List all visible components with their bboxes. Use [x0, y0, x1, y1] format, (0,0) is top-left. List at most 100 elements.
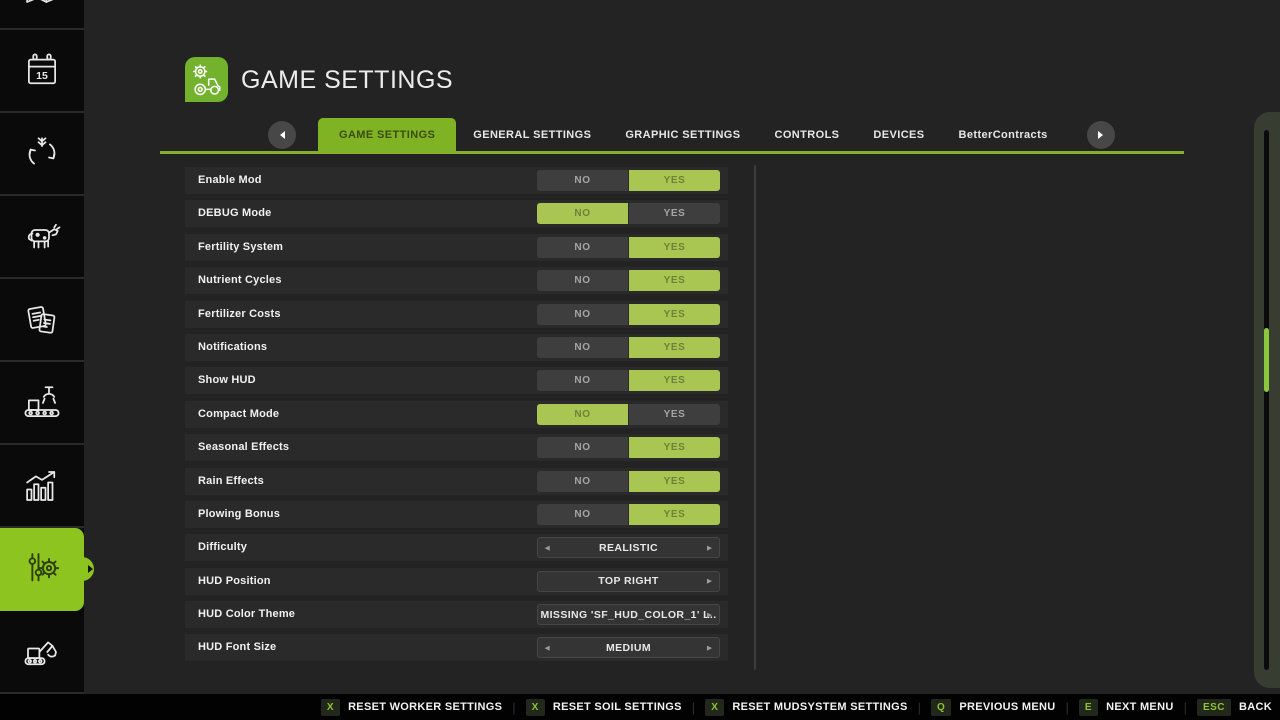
tab-bettercontracts[interactable]: BetterContracts [942, 118, 1065, 151]
tab-bar: GAME SETTINGSGENERAL SETTINGSGRAPHIC SET… [268, 118, 1115, 151]
tab-game-settings[interactable]: GAME SETTINGS [318, 118, 456, 151]
key-badge-e: E [1079, 699, 1098, 716]
setting-label: HUD Font Size [198, 634, 276, 661]
setting-label: Nutrient Cycles [198, 267, 282, 294]
toggle-no-button[interactable]: NO [537, 337, 628, 358]
selector-hud-font-size[interactable]: ◂ MEDIUM ▸ [537, 637, 720, 658]
sidebar-item-construction[interactable] [0, 611, 84, 694]
selector-left-arrow-icon[interactable]: ◂ [545, 542, 550, 553]
sidebar-item-map[interactable] [0, 0, 84, 30]
selector-right-arrow-icon[interactable]: ▸ [707, 642, 712, 653]
setting-row-enable-mod: Enable ModNOYES [185, 167, 728, 194]
toggle-yes-button[interactable]: YES [629, 337, 720, 358]
setting-row-rain-effects: Rain Effects NOYES [185, 468, 728, 495]
toggle-control: NOYES [537, 237, 720, 258]
game-settings-screen: 15 GAME SETTINGS GAME SETTINGSGENERAL SE… [0, 0, 1280, 720]
toggle-no-button[interactable]: NO [537, 437, 628, 458]
shortcut-label: RESET MUDSYSTEM SETTINGS [732, 701, 907, 713]
toggle-yes-button[interactable]: YES [629, 504, 720, 525]
setting-label: Difficulty [198, 534, 247, 561]
shortcut-previous-menu[interactable]: QPREVIOUS MENU [931, 699, 1055, 716]
sidebar-item-settings[interactable] [0, 528, 84, 611]
toggle-yes-button[interactable]: YES [629, 270, 720, 291]
toggle-control: NOYES [537, 304, 720, 325]
setting-row-seasonal-effects: Seasonal Effects NOYES [185, 434, 728, 461]
shortcut-back[interactable]: ESCBACK [1197, 699, 1272, 716]
page-scrollbar [1254, 112, 1280, 688]
selector-right-arrow-icon[interactable]: ▸ [707, 609, 712, 620]
toggle-yes-button[interactable]: YES [629, 170, 720, 191]
key-badge-x: X [705, 699, 724, 716]
key-badge-x: X [526, 699, 545, 716]
setting-label: DEBUG Mode [198, 200, 272, 227]
setting-row-difficulty: Difficulty ◂REALISTIC▸ [185, 534, 728, 561]
shortcut-label: RESET SOIL SETTINGS [553, 701, 682, 713]
sidebar-item-statistics[interactable] [0, 445, 84, 528]
setting-label: Seasonal Effects [198, 434, 289, 461]
setting-label: Fertilizer Costs [198, 301, 281, 328]
tab-controls[interactable]: CONTROLS [758, 118, 857, 151]
toggle-yes-button[interactable]: YES [629, 437, 720, 458]
sidebar-item-production[interactable] [0, 362, 84, 445]
toggle-yes-button[interactable]: YES [629, 404, 720, 425]
toggle-no-button[interactable]: NO [537, 304, 628, 325]
settings-scrollbar[interactable] [754, 165, 756, 670]
shortcut-reset-worker-settings[interactable]: XRESET WORKER SETTINGS [321, 699, 502, 716]
selector-right-arrow-icon[interactable]: ▸ [707, 542, 712, 553]
arrow-right-icon [1098, 131, 1103, 139]
page-scrollbar-track[interactable] [1264, 130, 1269, 670]
sidebar-item-crop-rotation[interactable] [0, 113, 84, 196]
selector-hud-color-theme[interactable]: MISSING 'SF_HUD_COLOR_1' L..▸ [537, 604, 720, 625]
tab-devices[interactable]: DEVICES [856, 118, 941, 151]
setting-row-compact-mode: Compact Mode NOYES [185, 401, 728, 428]
tabs-next-button[interactable] [1087, 121, 1115, 149]
footer-shortcut-bar: XRESET WORKER SETTINGS|XRESET SOIL SETTI… [0, 694, 1280, 720]
toggle-no-button[interactable]: NO [537, 270, 628, 291]
toggle-no-button[interactable]: NO [537, 203, 628, 224]
selector-value: TOP RIGHT [598, 575, 658, 587]
toggle-yes-button[interactable]: YES [629, 203, 720, 224]
toggle-yes-button[interactable]: YES [629, 370, 720, 391]
toggle-control: NOYES [537, 370, 720, 391]
selector-difficulty[interactable]: ◂REALISTIC▸ [537, 537, 720, 558]
setting-row-notifications: NotificationsNOYES [185, 334, 728, 361]
toggle-control: NOYES [537, 437, 720, 458]
production-icon [21, 382, 63, 424]
toggle-no-button[interactable]: NO [537, 370, 628, 391]
page-title: GAME SETTINGS [241, 64, 453, 96]
selector-hud-position[interactable]: TOP RIGHT ▸ [537, 571, 720, 592]
game-settings-app-icon [185, 57, 228, 102]
page-scrollbar-thumb[interactable] [1264, 328, 1269, 392]
tabs-previous-button[interactable] [268, 121, 296, 149]
toggle-no-button[interactable]: NO [537, 471, 628, 492]
selector-left-arrow-icon[interactable]: ◂ [545, 642, 550, 653]
shortcut-reset-mudsystem-settings[interactable]: X RESET MUDSYSTEM SETTINGS [705, 699, 907, 716]
toggle-no-button[interactable]: NO [537, 237, 628, 258]
tab-general-settings[interactable]: GENERAL SETTINGS [456, 118, 608, 151]
setting-label: Fertility System [198, 234, 283, 261]
key-badge-esc: ESC [1197, 699, 1231, 716]
setting-row-hud-position: HUD PositionTOP RIGHT▸ [185, 568, 728, 595]
toggle-no-button[interactable]: NO [537, 404, 628, 425]
settings-list: Enable ModNOYESDEBUG ModeNOYESFertility … [185, 167, 728, 668]
sidebar-item-calendar[interactable]: 15 [0, 30, 84, 113]
crop-rotation-icon [21, 133, 63, 175]
toggle-yes-button[interactable]: YES [629, 471, 720, 492]
toggle-yes-button[interactable]: YES [629, 237, 720, 258]
toggle-control: NOYES [537, 337, 720, 358]
toggle-control: NOYES [537, 504, 720, 525]
toggle-yes-button[interactable]: YES [629, 304, 720, 325]
toggle-no-button[interactable]: NO [537, 170, 628, 191]
selector-value: MEDIUM [606, 642, 651, 654]
setting-row-nutrient-cycles: Nutrient Cycles NOYES [185, 267, 728, 294]
sidebar: 15 [0, 0, 84, 694]
setting-label: Compact Mode [198, 401, 279, 428]
selector-right-arrow-icon[interactable]: ▸ [707, 576, 712, 587]
sidebar-item-animals[interactable] [0, 196, 84, 279]
sidebar-item-contracts[interactable] [0, 279, 84, 362]
setting-label: Rain Effects [198, 468, 264, 495]
shortcut-next-menu[interactable]: ENEXT MENU [1079, 699, 1174, 716]
toggle-no-button[interactable]: NO [537, 504, 628, 525]
tab-graphic-settings[interactable]: GRAPHIC SETTINGS [608, 118, 757, 151]
shortcut-reset-soil-settings[interactable]: X RESET SOIL SETTINGS [526, 699, 682, 716]
